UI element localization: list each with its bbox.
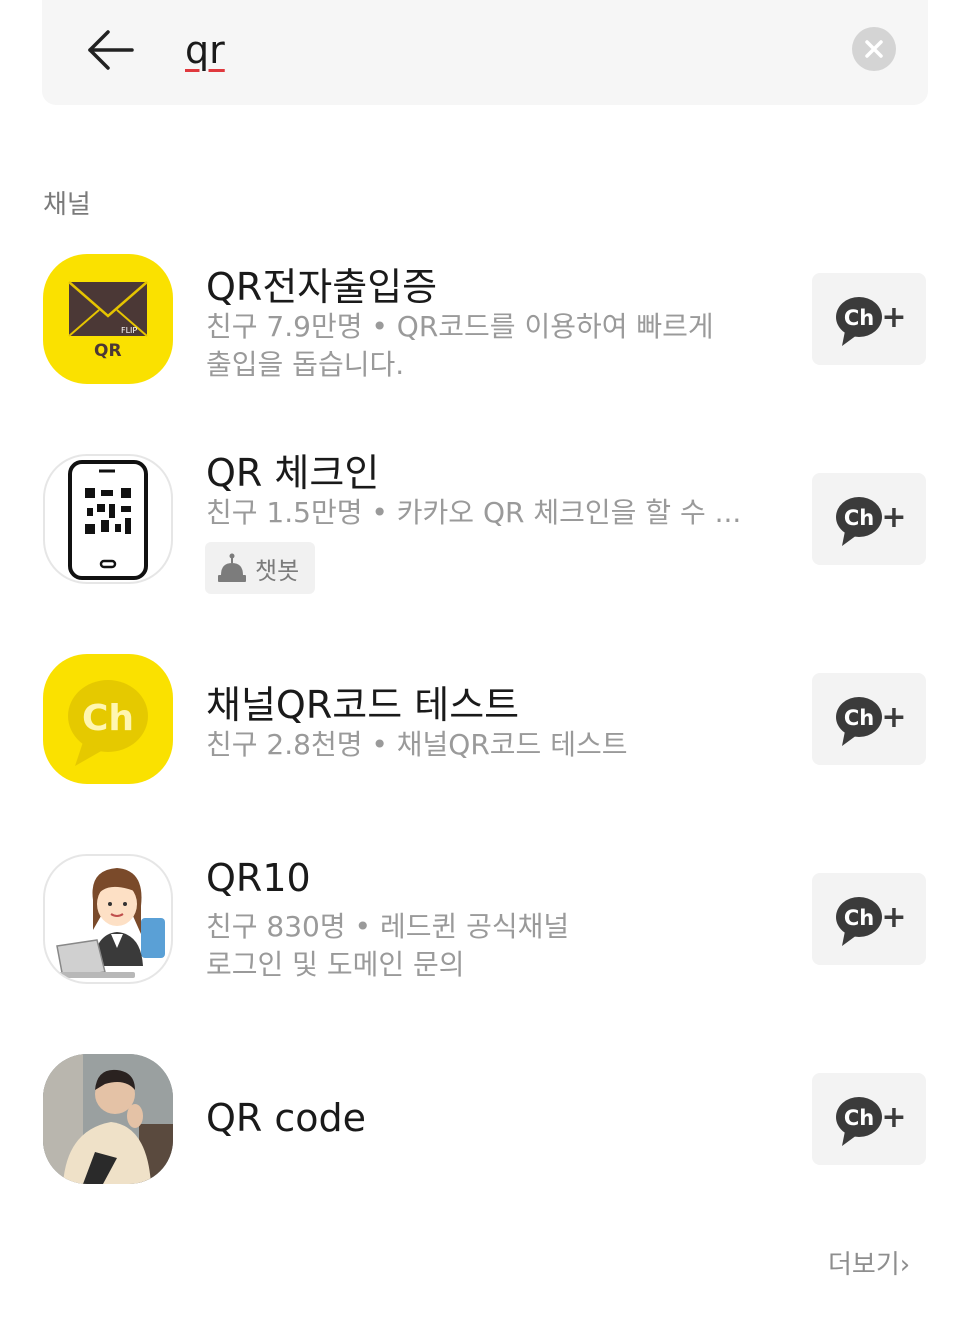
channel-item[interactable]: Ch 채널QR코드 테스트 친구 2.8천명 • 채널QR코드 테스트 Ch +: [0, 654, 971, 794]
channel-add-icon: Ch +: [836, 1097, 907, 1146]
search-input[interactable]: [185, 22, 785, 78]
arrow-left-icon: [88, 30, 134, 70]
add-channel-button[interactable]: Ch +: [812, 473, 926, 565]
ch-label: Ch: [844, 506, 874, 530]
plus-label: +: [881, 1100, 906, 1135]
add-channel-button[interactable]: Ch +: [812, 273, 926, 365]
channel-description: 친구 7.9만명 • QR코드를 이용하여 빠르게: [206, 310, 714, 343]
channel-description: 친구 2.8천명 • 채널QR코드 테스트: [206, 728, 628, 761]
channel-description: 친구 830명 • 레드퀸 공식채널: [206, 910, 570, 943]
channel-add-icon: Ch +: [836, 697, 907, 746]
ch-label: Ch: [844, 906, 874, 930]
channel-add-icon: Ch +: [836, 297, 907, 346]
add-channel-button[interactable]: Ch +: [812, 873, 926, 965]
channel-item[interactable]: QR 체크인 친구 1.5만명 • 카카오 QR 체크인을 할 수 ... 챗봇…: [0, 451, 971, 594]
channel-name: 채널QR코드 테스트: [206, 683, 520, 727]
section-title: 채널: [43, 190, 91, 220]
channel-name: QR code: [206, 1096, 367, 1140]
channel-thumbnail: [43, 1054, 173, 1184]
channel-description: 친구 1.5만명 • 카카오 QR 체크인을 할 수 ...: [206, 496, 742, 529]
thumbnail-sublabel: FLIP: [121, 326, 137, 335]
add-channel-button[interactable]: Ch +: [812, 1073, 926, 1165]
channel-name: QR10: [206, 856, 311, 900]
envelope-icon: FLIP QR: [68, 281, 148, 361]
plus-label: +: [881, 500, 906, 535]
clear-search-button[interactable]: [852, 27, 896, 71]
channel-thumbnail: FLIP QR: [43, 254, 173, 384]
close-circle-icon: [865, 40, 883, 58]
more-link[interactable]: 더보기›: [828, 1244, 910, 1281]
support-agent-illustration: [56, 868, 165, 979]
search-bar: [42, 0, 928, 105]
chatbot-badge-label: 챗봇: [255, 557, 300, 585]
channel-thumbnail: Ch: [43, 654, 173, 784]
ch-label: Ch: [844, 706, 874, 730]
phone-qr-icon: [68, 460, 148, 580]
ch-label: Ch: [844, 1106, 874, 1130]
kakao-channel-icon: Ch: [68, 680, 148, 766]
chevron-right-icon: ›: [899, 1250, 911, 1280]
plus-label: +: [881, 900, 906, 935]
chatbot-badge: 챗봇: [205, 542, 315, 594]
channel-description-line2: 출입을 돕습니다.: [206, 348, 405, 381]
channel-add-icon: Ch +: [836, 897, 907, 946]
thumbnail-label: QR: [94, 341, 122, 361]
ch-label: Ch: [844, 306, 874, 330]
channel-item[interactable]: FLIP QR QR전자출입증 친구 7.9만명 • QR코드를 이용하여 빠르…: [0, 254, 971, 394]
robot-icon: [218, 553, 246, 582]
channel-item[interactable]: QR10 친구 830명 • 레드퀸 공식채널 로그인 및 도메인 문의 Ch …: [0, 854, 971, 994]
back-button[interactable]: [82, 22, 142, 78]
plus-label: +: [881, 300, 906, 335]
profile-photo: [43, 1054, 173, 1184]
add-channel-button[interactable]: Ch +: [812, 673, 926, 765]
plus-label: +: [881, 700, 906, 735]
more-label: 더보기: [828, 1250, 900, 1280]
channel-name: QR 체크인: [206, 451, 380, 495]
channel-description-line2: 로그인 및 도메인 문의: [206, 948, 465, 981]
channel-thumbnail: [43, 454, 173, 584]
channel-name: QR전자출입증: [206, 265, 438, 309]
channel-add-icon: Ch +: [836, 497, 907, 546]
channel-item[interactable]: QR code Ch +: [0, 1054, 971, 1194]
thumbnail-label: Ch: [82, 698, 134, 739]
channel-thumbnail: [43, 854, 173, 984]
